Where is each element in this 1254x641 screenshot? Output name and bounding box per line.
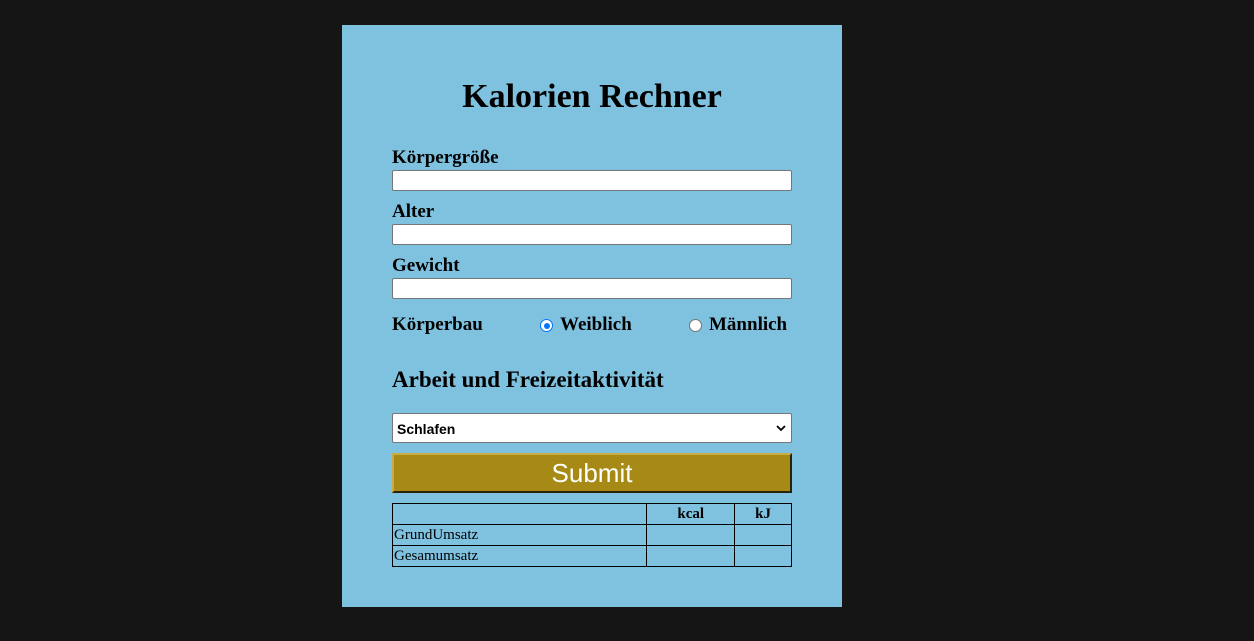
results-table: kcal kJ GrundUmsatz Gesamumsatz — [391, 503, 792, 567]
female-radio[interactable] — [540, 319, 553, 332]
total-kcal-value — [646, 545, 736, 567]
calorie-calculator-card: Kalorien Rechner Körpergröße Alter Gewic… — [342, 25, 842, 607]
height-input[interactable] — [392, 170, 792, 191]
row-label-basal: GrundUmsatz — [391, 524, 648, 546]
activity-selected-value: Schlafen — [397, 421, 456, 437]
submit-button[interactable]: Submit — [392, 453, 792, 493]
male-radio[interactable] — [689, 319, 702, 332]
weight-input[interactable] — [392, 278, 792, 299]
body-type-label: Körperbau — [392, 314, 483, 335]
row-label-total: Gesamumsatz — [391, 545, 648, 567]
height-label: Körpergröße — [392, 147, 499, 168]
chevron-down-icon — [776, 425, 786, 432]
basal-kcal-value — [646, 524, 736, 546]
table-header-kcal: kcal — [646, 503, 736, 525]
age-label: Alter — [392, 201, 435, 222]
table-header-empty — [391, 503, 648, 525]
male-option-label[interactable]: Männlich — [709, 314, 787, 336]
activity-heading: Arbeit und Freizeitaktivität — [392, 367, 664, 392]
weight-label: Gewicht — [392, 255, 460, 276]
table-header-kj: kJ — [734, 503, 792, 525]
page-title: Kalorien Rechner — [462, 78, 722, 115]
female-option-label[interactable]: Weiblich — [560, 314, 632, 336]
age-input[interactable] — [392, 224, 792, 245]
table-row: Gesamumsatz — [391, 545, 792, 567]
total-kj-value — [734, 545, 792, 567]
table-header-row: kcal kJ — [391, 503, 792, 525]
table-row: GrundUmsatz — [391, 524, 792, 546]
activity-select[interactable]: Schlafen — [392, 413, 792, 443]
basal-kj-value — [734, 524, 792, 546]
